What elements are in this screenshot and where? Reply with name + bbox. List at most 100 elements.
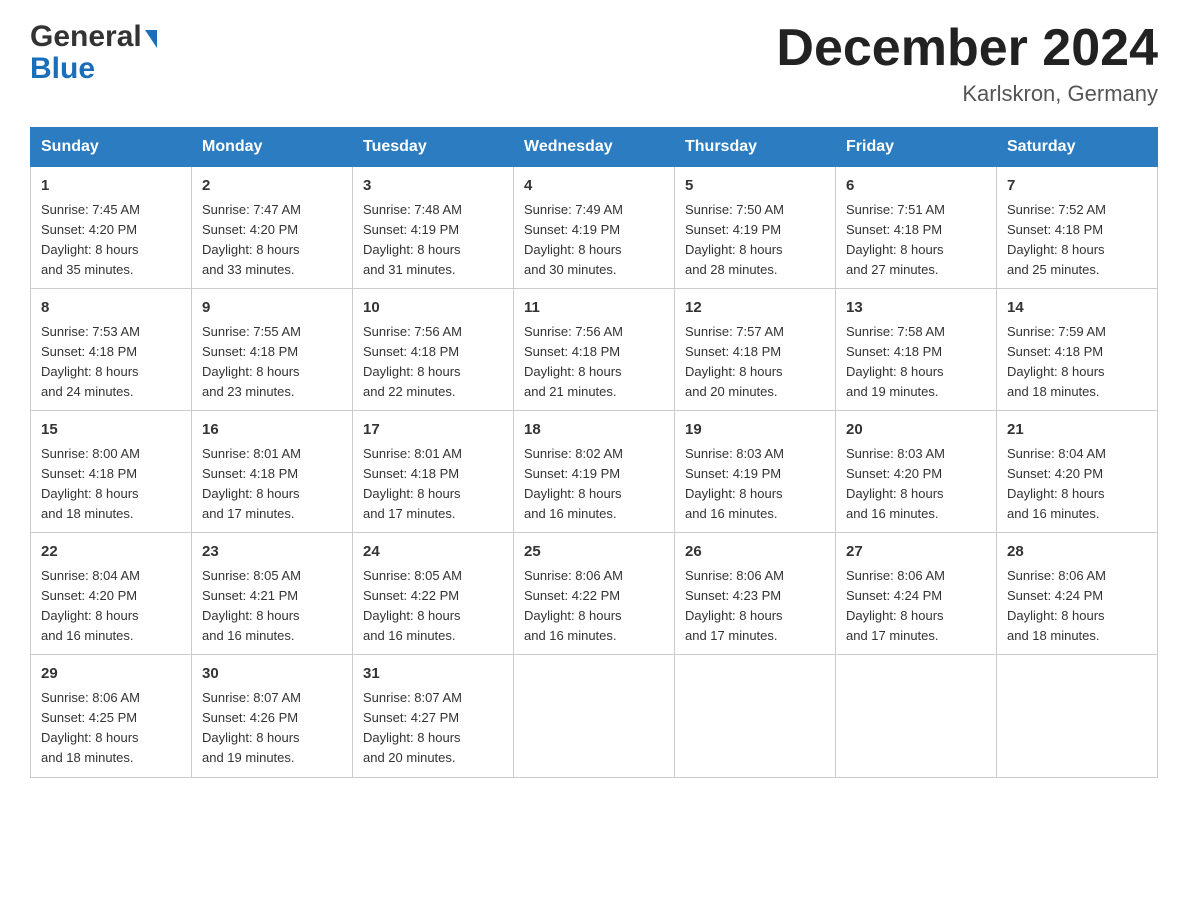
- day-number: 1: [41, 175, 181, 198]
- day-number: 18: [524, 419, 664, 442]
- day-info: Sunrise: 7:45 AMSunset: 4:20 PMDaylight:…: [41, 200, 181, 281]
- table-row: [675, 655, 836, 777]
- day-info: Sunrise: 8:06 AMSunset: 4:25 PMDaylight:…: [41, 688, 181, 769]
- table-row: 16Sunrise: 8:01 AMSunset: 4:18 PMDayligh…: [192, 411, 353, 533]
- logo-general-text: General: [30, 20, 142, 54]
- table-row: 26Sunrise: 8:06 AMSunset: 4:23 PMDayligh…: [675, 533, 836, 655]
- location-title: Karlskron, Germany: [776, 81, 1158, 107]
- day-number: 3: [363, 175, 503, 198]
- table-row: 11Sunrise: 7:56 AMSunset: 4:18 PMDayligh…: [514, 289, 675, 411]
- day-number: 31: [363, 663, 503, 686]
- day-info: Sunrise: 7:58 AMSunset: 4:18 PMDaylight:…: [846, 322, 986, 403]
- week-row-4: 22Sunrise: 8:04 AMSunset: 4:20 PMDayligh…: [31, 533, 1158, 655]
- day-number: 23: [202, 541, 342, 564]
- page-header: General Blue December 2024 Karlskron, Ge…: [30, 20, 1158, 107]
- table-row: 21Sunrise: 8:04 AMSunset: 4:20 PMDayligh…: [997, 411, 1158, 533]
- header-sunday: Sunday: [31, 128, 192, 167]
- table-row: 2Sunrise: 7:47 AMSunset: 4:20 PMDaylight…: [192, 167, 353, 289]
- day-info: Sunrise: 8:01 AMSunset: 4:18 PMDaylight:…: [202, 444, 342, 525]
- table-row: 20Sunrise: 8:03 AMSunset: 4:20 PMDayligh…: [836, 411, 997, 533]
- day-info: Sunrise: 7:56 AMSunset: 4:18 PMDaylight:…: [363, 322, 503, 403]
- day-number: 8: [41, 297, 181, 320]
- header-wednesday: Wednesday: [514, 128, 675, 167]
- day-info: Sunrise: 7:50 AMSunset: 4:19 PMDaylight:…: [685, 200, 825, 281]
- day-number: 30: [202, 663, 342, 686]
- logo: General Blue: [30, 20, 157, 84]
- day-info: Sunrise: 8:01 AMSunset: 4:18 PMDaylight:…: [363, 444, 503, 525]
- week-row-1: 1Sunrise: 7:45 AMSunset: 4:20 PMDaylight…: [31, 167, 1158, 289]
- day-number: 5: [685, 175, 825, 198]
- table-row: 10Sunrise: 7:56 AMSunset: 4:18 PMDayligh…: [353, 289, 514, 411]
- day-info: Sunrise: 8:03 AMSunset: 4:19 PMDaylight:…: [685, 444, 825, 525]
- day-number: 9: [202, 297, 342, 320]
- day-number: 25: [524, 541, 664, 564]
- table-row: 27Sunrise: 8:06 AMSunset: 4:24 PMDayligh…: [836, 533, 997, 655]
- table-row: 19Sunrise: 8:03 AMSunset: 4:19 PMDayligh…: [675, 411, 836, 533]
- day-info: Sunrise: 7:59 AMSunset: 4:18 PMDaylight:…: [1007, 322, 1147, 403]
- table-row: 12Sunrise: 7:57 AMSunset: 4:18 PMDayligh…: [675, 289, 836, 411]
- header-friday: Friday: [836, 128, 997, 167]
- logo-blue-text: Blue: [30, 54, 157, 84]
- table-row: 31Sunrise: 8:07 AMSunset: 4:27 PMDayligh…: [353, 655, 514, 777]
- table-row: 1Sunrise: 7:45 AMSunset: 4:20 PMDaylight…: [31, 167, 192, 289]
- day-number: 7: [1007, 175, 1147, 198]
- table-row: 30Sunrise: 8:07 AMSunset: 4:26 PMDayligh…: [192, 655, 353, 777]
- header-saturday: Saturday: [997, 128, 1158, 167]
- table-row: 28Sunrise: 8:06 AMSunset: 4:24 PMDayligh…: [997, 533, 1158, 655]
- day-number: 17: [363, 419, 503, 442]
- day-number: 4: [524, 175, 664, 198]
- week-row-3: 15Sunrise: 8:00 AMSunset: 4:18 PMDayligh…: [31, 411, 1158, 533]
- day-number: 15: [41, 419, 181, 442]
- table-row: [514, 655, 675, 777]
- day-info: Sunrise: 8:03 AMSunset: 4:20 PMDaylight:…: [846, 444, 986, 525]
- day-info: Sunrise: 8:00 AMSunset: 4:18 PMDaylight:…: [41, 444, 181, 525]
- table-row: 15Sunrise: 8:00 AMSunset: 4:18 PMDayligh…: [31, 411, 192, 533]
- day-number: 26: [685, 541, 825, 564]
- table-row: 13Sunrise: 7:58 AMSunset: 4:18 PMDayligh…: [836, 289, 997, 411]
- table-row: 25Sunrise: 8:06 AMSunset: 4:22 PMDayligh…: [514, 533, 675, 655]
- table-row: 3Sunrise: 7:48 AMSunset: 4:19 PMDaylight…: [353, 167, 514, 289]
- table-row: 18Sunrise: 8:02 AMSunset: 4:19 PMDayligh…: [514, 411, 675, 533]
- day-info: Sunrise: 7:55 AMSunset: 4:18 PMDaylight:…: [202, 322, 342, 403]
- day-info: Sunrise: 7:51 AMSunset: 4:18 PMDaylight:…: [846, 200, 986, 281]
- day-info: Sunrise: 8:06 AMSunset: 4:24 PMDaylight:…: [1007, 566, 1147, 647]
- day-info: Sunrise: 7:57 AMSunset: 4:18 PMDaylight:…: [685, 322, 825, 403]
- header-monday: Monday: [192, 128, 353, 167]
- weekday-header-row: Sunday Monday Tuesday Wednesday Thursday…: [31, 128, 1158, 167]
- day-number: 10: [363, 297, 503, 320]
- table-row: 29Sunrise: 8:06 AMSunset: 4:25 PMDayligh…: [31, 655, 192, 777]
- day-info: Sunrise: 7:47 AMSunset: 4:20 PMDaylight:…: [202, 200, 342, 281]
- day-info: Sunrise: 8:07 AMSunset: 4:27 PMDaylight:…: [363, 688, 503, 769]
- day-number: 21: [1007, 419, 1147, 442]
- table-row: 9Sunrise: 7:55 AMSunset: 4:18 PMDaylight…: [192, 289, 353, 411]
- table-row: 5Sunrise: 7:50 AMSunset: 4:19 PMDaylight…: [675, 167, 836, 289]
- table-row: 17Sunrise: 8:01 AMSunset: 4:18 PMDayligh…: [353, 411, 514, 533]
- table-row: 23Sunrise: 8:05 AMSunset: 4:21 PMDayligh…: [192, 533, 353, 655]
- table-row: [836, 655, 997, 777]
- table-row: [997, 655, 1158, 777]
- week-row-2: 8Sunrise: 7:53 AMSunset: 4:18 PMDaylight…: [31, 289, 1158, 411]
- table-row: 24Sunrise: 8:05 AMSunset: 4:22 PMDayligh…: [353, 533, 514, 655]
- day-number: 13: [846, 297, 986, 320]
- day-number: 20: [846, 419, 986, 442]
- day-info: Sunrise: 8:06 AMSunset: 4:24 PMDaylight:…: [846, 566, 986, 647]
- day-number: 28: [1007, 541, 1147, 564]
- day-info: Sunrise: 8:02 AMSunset: 4:19 PMDaylight:…: [524, 444, 664, 525]
- day-info: Sunrise: 8:07 AMSunset: 4:26 PMDaylight:…: [202, 688, 342, 769]
- table-row: 8Sunrise: 7:53 AMSunset: 4:18 PMDaylight…: [31, 289, 192, 411]
- logo-arrow-icon: [145, 30, 157, 48]
- day-number: 16: [202, 419, 342, 442]
- day-info: Sunrise: 8:06 AMSunset: 4:23 PMDaylight:…: [685, 566, 825, 647]
- day-number: 6: [846, 175, 986, 198]
- table-row: 14Sunrise: 7:59 AMSunset: 4:18 PMDayligh…: [997, 289, 1158, 411]
- calendar-table: Sunday Monday Tuesday Wednesday Thursday…: [30, 127, 1158, 777]
- day-info: Sunrise: 7:49 AMSunset: 4:19 PMDaylight:…: [524, 200, 664, 281]
- table-row: 22Sunrise: 8:04 AMSunset: 4:20 PMDayligh…: [31, 533, 192, 655]
- day-info: Sunrise: 8:05 AMSunset: 4:22 PMDaylight:…: [363, 566, 503, 647]
- month-title: December 2024: [776, 20, 1158, 77]
- day-number: 27: [846, 541, 986, 564]
- table-row: 4Sunrise: 7:49 AMSunset: 4:19 PMDaylight…: [514, 167, 675, 289]
- day-info: Sunrise: 7:48 AMSunset: 4:19 PMDaylight:…: [363, 200, 503, 281]
- header-tuesday: Tuesday: [353, 128, 514, 167]
- day-info: Sunrise: 7:52 AMSunset: 4:18 PMDaylight:…: [1007, 200, 1147, 281]
